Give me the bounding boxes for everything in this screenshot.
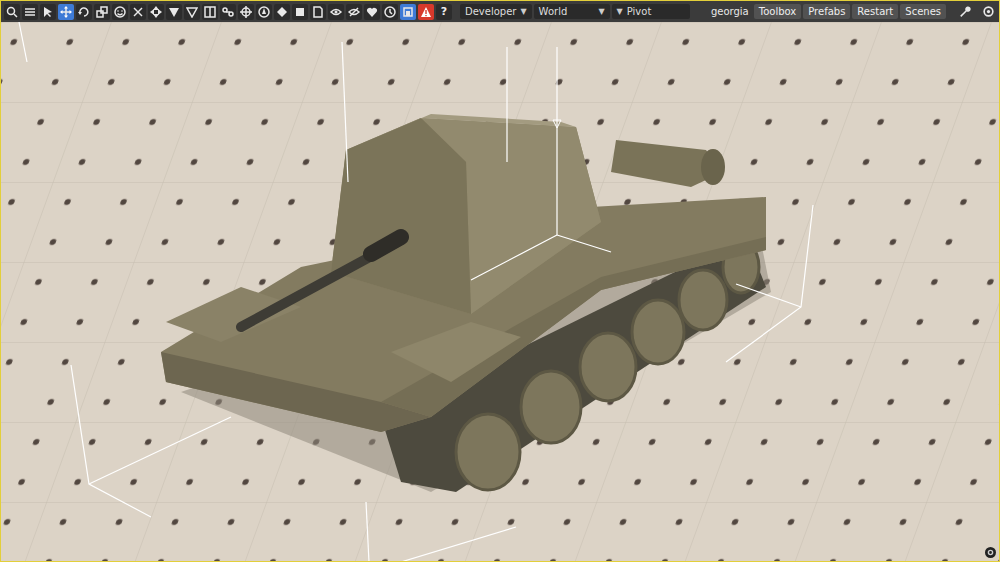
- help-button[interactable]: ?: [436, 4, 452, 20]
- panel-icon: [204, 6, 216, 18]
- select-icon: [42, 6, 54, 18]
- tool-button[interactable]: [4, 4, 20, 20]
- tool-button[interactable]: [202, 4, 218, 20]
- warning-icon: [420, 6, 432, 18]
- scene-render: [1, 22, 999, 561]
- tool-button[interactable]: [400, 4, 416, 20]
- tool-button[interactable]: [364, 4, 380, 20]
- tool-button[interactable]: [184, 4, 200, 20]
- tool-button[interactable]: [418, 4, 434, 20]
- tool-button[interactable]: [346, 4, 362, 20]
- target-icon: [240, 6, 252, 18]
- heart-icon: [366, 6, 378, 18]
- toolbar-button[interactable]: Scenes: [900, 4, 946, 19]
- triangle-icon: [168, 6, 180, 18]
- dropdown[interactable]: Developer ▼: [460, 4, 532, 19]
- dropdown[interactable]: World ▼: [534, 4, 610, 19]
- tool-button[interactable]: [130, 4, 146, 20]
- dropdown-label: Pivot: [627, 6, 652, 17]
- toolbar-button[interactable]: Restart: [852, 4, 898, 19]
- tool-button[interactable]: [328, 4, 344, 20]
- links-icon: [222, 6, 234, 18]
- outline-icon: [186, 6, 198, 18]
- arrows-icon: [150, 6, 162, 18]
- tool-button[interactable]: [238, 4, 254, 20]
- viewport-settings-icon[interactable]: [985, 547, 996, 558]
- toolbar-button[interactable]: Prefabs: [803, 4, 850, 19]
- dropdown-arrow: ▼: [520, 7, 526, 16]
- dropdown-arrow: ▼: [598, 7, 604, 16]
- search-icon: [6, 6, 18, 18]
- tool-button[interactable]: [274, 4, 290, 20]
- tool-button[interactable]: [256, 4, 272, 20]
- snap-icon: [402, 6, 414, 18]
- compass-icon: [258, 6, 270, 18]
- scale-icon: [96, 6, 108, 18]
- tool-button[interactable]: [94, 4, 110, 20]
- eye-icon: [330, 6, 342, 18]
- clock-icon: [384, 6, 396, 18]
- tool-button[interactable]: [40, 4, 56, 20]
- tool-button[interactable]: [112, 4, 128, 20]
- tool-button[interactable]: [58, 4, 74, 20]
- toolbar-button[interactable]: Toolbox: [754, 4, 802, 19]
- cross-icon: [132, 6, 144, 18]
- toolbar: ? Developer ▼ World ▼ ▼ Pivot georgiaToolboxPre…: [1, 1, 999, 22]
- dropdown-label: Developer: [465, 6, 516, 17]
- dropdown-label: World: [539, 6, 568, 17]
- tool-button[interactable]: [148, 4, 164, 20]
- tool-button[interactable]: [22, 4, 38, 20]
- editor-window: ? Developer ▼ World ▼ ▼ Pivot georgiaToolboxPre…: [0, 0, 1000, 562]
- tool-button[interactable]: [310, 4, 326, 20]
- diamond-icon: [276, 6, 288, 18]
- menu-icon: [24, 6, 36, 18]
- tool-button[interactable]: [166, 4, 182, 20]
- box-icon: [294, 6, 306, 18]
- smiley-icon: [114, 6, 126, 18]
- eyeoff-icon: [348, 6, 360, 18]
- dropdown[interactable]: ▼ Pivot: [612, 4, 690, 19]
- wrench-icon[interactable]: [956, 4, 972, 20]
- rotate-icon: [78, 6, 90, 18]
- document-icon: [312, 6, 324, 18]
- dropdown-arrow: ▼: [617, 7, 623, 16]
- tool-button[interactable]: [292, 4, 308, 20]
- move-icon: [60, 6, 72, 18]
- tool-button[interactable]: [220, 4, 236, 20]
- tool-button[interactable]: [76, 4, 92, 20]
- viewport[interactable]: [1, 22, 999, 561]
- settings-icon[interactable]: [980, 4, 996, 20]
- user-name: georgia: [708, 6, 752, 17]
- tool-button[interactable]: [382, 4, 398, 20]
